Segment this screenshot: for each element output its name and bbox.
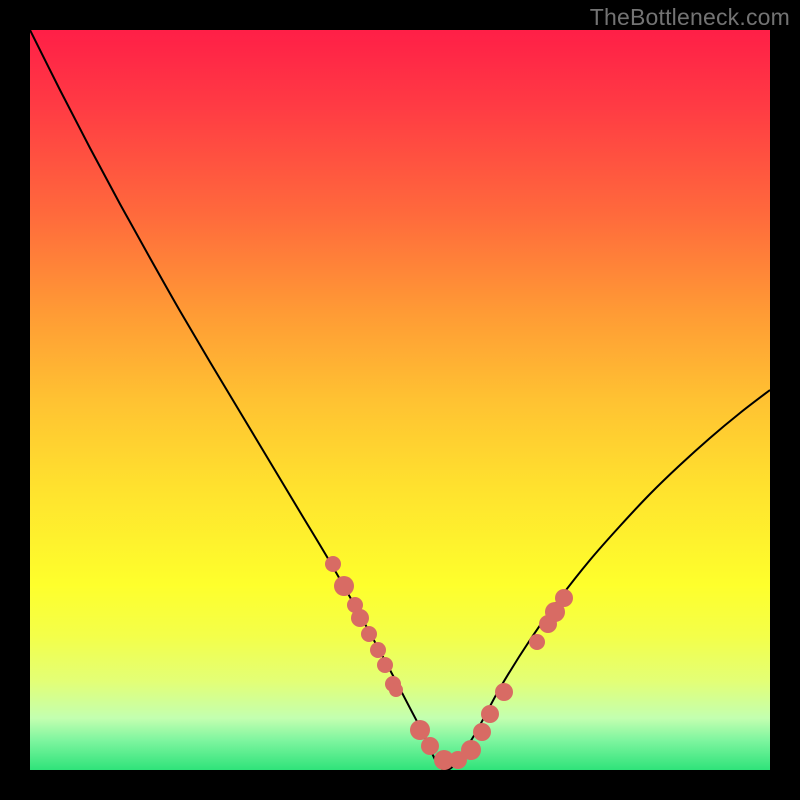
chart-plot-area [30,30,770,770]
highlight-dot [495,683,513,701]
highlight-dot [325,556,341,572]
highlight-dot [389,683,403,697]
curve-path [30,30,770,770]
highlight-dot [370,642,386,658]
watermark-text: TheBottleneck.com [590,4,790,31]
highlight-dot [461,740,481,760]
highlight-dot [421,737,439,755]
chart-svg [30,30,770,770]
highlight-dot [410,720,430,740]
highlight-dot [361,626,377,642]
highlight-dot [334,576,354,596]
chart-frame: TheBottleneck.com [0,0,800,800]
bottleneck-curve [30,30,770,770]
highlight-dot [555,589,573,607]
highlight-dot [351,609,369,627]
highlight-dot [377,657,393,673]
highlight-dot [529,634,545,650]
highlight-dot [473,723,491,741]
highlight-dot [481,705,499,723]
highlight-dots [325,556,573,770]
